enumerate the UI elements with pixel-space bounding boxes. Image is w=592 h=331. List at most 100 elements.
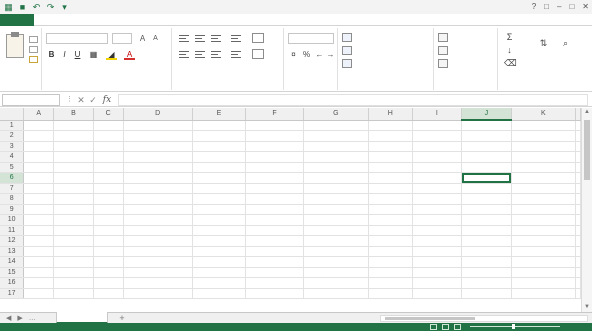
cell[interactable] <box>368 183 413 194</box>
cell[interactable] <box>23 288 55 299</box>
format-cells-button[interactable] <box>438 58 494 69</box>
cell[interactable] <box>192 235 247 247</box>
cell[interactable] <box>245 193 304 205</box>
cell[interactable] <box>245 172 304 184</box>
cell[interactable] <box>123 204 193 215</box>
cell[interactable] <box>245 288 304 299</box>
cell[interactable] <box>123 172 193 184</box>
vertical-scrollbar[interactable]: ▲ ▼ <box>581 108 592 312</box>
column-header[interactable]: D <box>123 108 193 121</box>
help-icon[interactable]: ? <box>532 2 536 12</box>
cell[interactable] <box>461 214 512 226</box>
cell[interactable] <box>412 193 463 205</box>
cell[interactable] <box>192 151 247 163</box>
cell[interactable] <box>123 267 193 278</box>
cell[interactable] <box>53 214 94 226</box>
cell[interactable] <box>23 172 55 184</box>
normal-view-icon[interactable] <box>430 324 437 330</box>
find-select-icon[interactable]: ⌕ <box>560 38 571 49</box>
cell[interactable] <box>123 162 193 173</box>
underline-icon[interactable]: U <box>72 49 83 60</box>
decrease-decimal-icon[interactable]: → <box>325 50 336 60</box>
align-right-icon[interactable] <box>210 49 222 59</box>
cell[interactable] <box>192 130 247 142</box>
delete-cells-button[interactable] <box>438 45 494 56</box>
cell[interactable] <box>245 246 304 257</box>
cell[interactable] <box>368 277 413 289</box>
cell[interactable] <box>192 246 247 257</box>
row-header[interactable]: 16 <box>0 277 25 289</box>
cell[interactable] <box>575 235 581 247</box>
cell[interactable] <box>575 214 581 226</box>
cell[interactable] <box>245 256 304 268</box>
column-header[interactable]: K <box>511 108 577 121</box>
cell[interactable] <box>412 277 463 289</box>
orientation-icon[interactable] <box>230 33 242 43</box>
cell[interactable] <box>53 130 94 142</box>
cell[interactable] <box>23 246 55 257</box>
font-color-icon[interactable]: A <box>124 49 135 60</box>
cell[interactable] <box>53 183 94 194</box>
row-header[interactable]: 15 <box>0 267 25 278</box>
cell[interactable] <box>412 267 463 278</box>
borders-icon[interactable]: ▦ <box>88 49 99 60</box>
font-size-select[interactable] <box>112 33 132 44</box>
cell[interactable] <box>192 204 247 215</box>
cell[interactable] <box>303 288 370 299</box>
cell[interactable] <box>93 235 124 247</box>
format-painter-icon[interactable] <box>29 56 38 63</box>
page-break-view-icon[interactable] <box>454 324 461 330</box>
cell[interactable] <box>192 225 247 236</box>
cell[interactable] <box>368 193 413 205</box>
insert-function-icon[interactable]: fx <box>100 94 114 106</box>
cell[interactable] <box>192 214 247 226</box>
cell[interactable] <box>368 235 413 247</box>
cell[interactable] <box>23 141 55 152</box>
cut-icon[interactable] <box>29 36 38 43</box>
align-left-icon[interactable] <box>178 49 190 59</box>
cell[interactable] <box>53 277 94 289</box>
cell[interactable] <box>461 120 512 131</box>
row-header[interactable]: 6 <box>0 172 25 184</box>
cell[interactable] <box>23 204 55 215</box>
cell[interactable] <box>53 120 94 131</box>
row-header[interactable]: 8 <box>0 193 25 205</box>
column-header[interactable]: A <box>23 108 55 121</box>
cell[interactable] <box>461 267 512 278</box>
align-bottom-icon[interactable] <box>210 33 222 43</box>
cell[interactable] <box>192 267 247 278</box>
worksheet-grid[interactable]: A B C D E F G H I J K 1 2 3 4 5 6 7 8 9 10 11 12 13 14 15 16 17 <box>0 108 581 312</box>
cell[interactable] <box>93 246 124 257</box>
column-header[interactable]: I <box>412 108 463 121</box>
cell[interactable] <box>368 288 413 299</box>
wrap-text-icon[interactable] <box>252 33 264 43</box>
cell[interactable] <box>93 256 124 268</box>
cell[interactable] <box>511 214 577 226</box>
cell[interactable] <box>93 172 124 184</box>
cell[interactable] <box>23 277 55 289</box>
cell[interactable] <box>23 214 55 226</box>
cell[interactable] <box>368 267 413 278</box>
cell[interactable] <box>412 162 463 173</box>
cell[interactable] <box>461 130 512 142</box>
save-icon[interactable]: ■ <box>17 2 28 12</box>
fill-icon[interactable]: ↓ <box>504 45 515 56</box>
column-header[interactable]: J <box>461 108 512 121</box>
cell[interactable] <box>123 183 193 194</box>
cell[interactable] <box>412 288 463 299</box>
row-header[interactable]: 1 <box>0 120 25 131</box>
formula-input[interactable] <box>118 94 588 106</box>
align-top-icon[interactable] <box>178 33 190 43</box>
cell[interactable] <box>303 172 370 184</box>
cell[interactable] <box>23 162 55 173</box>
cell[interactable] <box>368 172 413 184</box>
cell[interactable] <box>123 256 193 268</box>
cell[interactable] <box>245 235 304 247</box>
row-header[interactable]: 14 <box>0 256 25 268</box>
cell[interactable] <box>368 225 413 236</box>
increase-decimal-icon[interactable]: ← <box>314 50 325 60</box>
cell[interactable] <box>412 235 463 247</box>
cell[interactable] <box>192 256 247 268</box>
cell[interactable] <box>511 162 577 173</box>
maximize-icon[interactable]: □ <box>569 2 574 12</box>
